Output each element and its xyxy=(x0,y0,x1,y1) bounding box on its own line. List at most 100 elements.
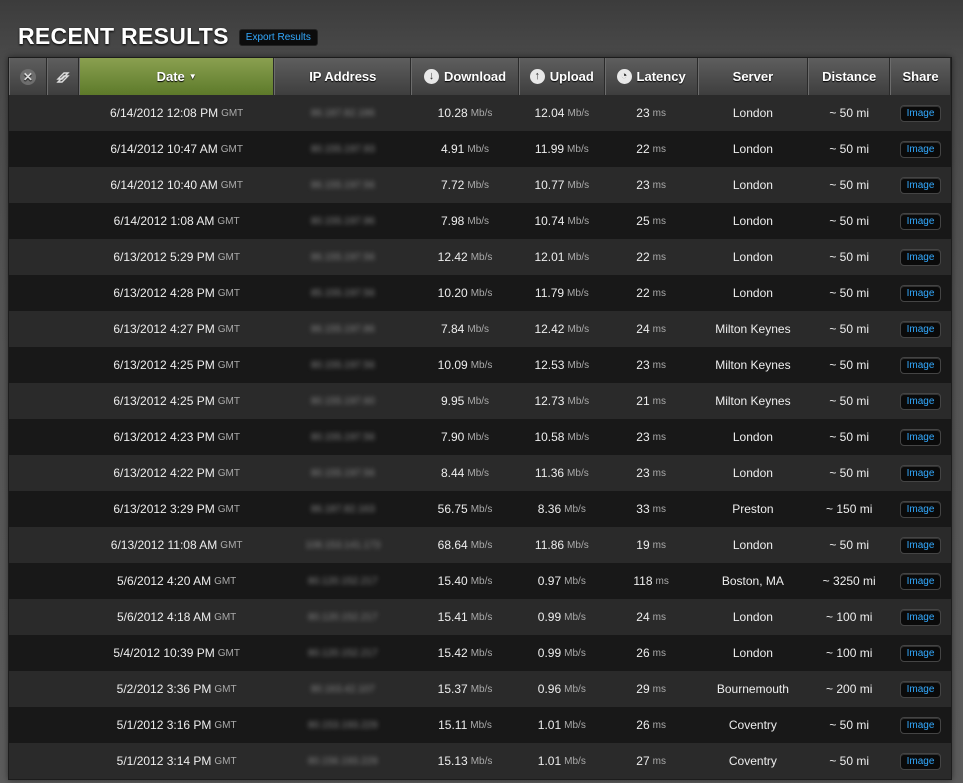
download-column-header[interactable]: ↓ Download xyxy=(411,58,519,95)
download-cell: 15.41 Mb/s xyxy=(411,599,519,635)
server-value: Milton Keynes xyxy=(715,322,791,336)
share-image-button[interactable]: Image xyxy=(899,644,942,662)
latency-unit: ms xyxy=(655,575,669,587)
table-row[interactable]: 6/14/2012 1:08 AM GMT 80.155.197.96 7.98 Mb/… xyxy=(9,203,951,239)
table-row[interactable]: 6/13/2012 4:25 PM GMT 80.155.197.60 9.95 Mb/… xyxy=(9,383,951,419)
share-image-button[interactable]: Image xyxy=(899,212,942,230)
share-image-button[interactable]: Image xyxy=(899,500,942,518)
table-row[interactable]: 5/1/2012 3:16 PM GMT 80.153.193.229 15.11 Mb… xyxy=(9,707,951,743)
share-image-button[interactable]: Image xyxy=(899,176,942,194)
table-row[interactable]: 5/6/2012 4:18 AM GMT 80.120.152.217 15.41 Mb… xyxy=(9,599,951,635)
share-image-button[interactable]: Image xyxy=(899,716,942,734)
compare-cell xyxy=(47,491,79,527)
share-image-button[interactable]: Image xyxy=(899,140,942,158)
table-row[interactable]: 6/13/2012 11:08 AM GMT 108.153.141.173 68.6… xyxy=(9,527,951,563)
share-image-button[interactable]: Image xyxy=(899,284,942,302)
distance-column-header[interactable]: Distance xyxy=(808,58,891,95)
table-row[interactable]: 5/4/2012 10:39 PM GMT 80.120.152.217 15.42 M… xyxy=(9,635,951,671)
export-results-button[interactable]: Export Results xyxy=(238,29,318,46)
clear-cell xyxy=(9,275,47,311)
close-icon[interactable]: ✕ xyxy=(19,68,36,85)
download-cell: 7.72 Mb/s xyxy=(411,167,519,203)
share-image-button[interactable]: Image xyxy=(899,536,942,554)
ip-column-header[interactable]: IP Address xyxy=(274,58,412,95)
date-cell: 5/6/2012 4:18 AM GMT xyxy=(79,599,275,635)
latency-column-header[interactable]: ◔ Latency xyxy=(604,58,698,95)
share-cell: Image xyxy=(890,455,951,491)
table-row[interactable]: 6/13/2012 4:22 PM GMT 80.155.197.56 8.44 Mb/… xyxy=(9,455,951,491)
server-cell: London xyxy=(698,635,809,671)
server-value: Boston, MA xyxy=(721,574,784,588)
upload-cell: 12.53 Mb/s xyxy=(519,347,605,383)
share-image-button[interactable]: Image xyxy=(899,752,942,770)
share-image-button[interactable]: Image xyxy=(899,320,942,338)
share-image-button[interactable]: Image xyxy=(899,680,942,698)
upload-unit: Mb/s xyxy=(567,179,590,191)
date-unit: GMT xyxy=(217,287,240,299)
date-column-header[interactable]: Date ▼ xyxy=(78,58,275,95)
share-image-button[interactable]: Image xyxy=(899,356,942,374)
download-unit: Mb/s xyxy=(467,395,490,407)
latency-cell: 23 ms xyxy=(605,347,698,383)
table-row[interactable]: 6/13/2012 4:25 PM GMT 80.155.197.56 10.09 Mb… xyxy=(9,347,951,383)
server-value: London xyxy=(732,610,773,624)
latency-unit: ms xyxy=(652,143,666,155)
clear-cell xyxy=(9,491,47,527)
share-image-button[interactable]: Image xyxy=(899,392,942,410)
compare-column-header[interactable] xyxy=(46,58,79,95)
ip-cell: 86.187.82.163 xyxy=(274,491,411,527)
table-row[interactable]: 6/13/2012 5:29 PM GMT 86.155.197.56 12.42 Mb… xyxy=(9,239,951,275)
share-image-button[interactable]: Image xyxy=(899,248,942,266)
date-unit: GMT xyxy=(217,503,240,515)
date-value: 5/2/2012 3:36 PM xyxy=(116,682,212,696)
download-cell: 10.28 Mb/s xyxy=(411,95,519,131)
server-column-header[interactable]: Server xyxy=(697,58,809,95)
table-row[interactable]: 6/13/2012 3:29 PM GMT 86.187.82.163 56.75 Mb… xyxy=(9,491,951,527)
upload-value: 11.79 xyxy=(534,286,565,300)
share-image-button[interactable]: Image xyxy=(899,464,942,482)
compare-cell xyxy=(47,383,79,419)
upload-unit: Mb/s xyxy=(567,431,590,443)
clear-column-header[interactable]: ✕ xyxy=(9,58,47,95)
download-cell: 15.42 Mb/s xyxy=(411,635,519,671)
ip-cell: 80.155.197.93 xyxy=(274,131,411,167)
share-cell: Image xyxy=(890,275,951,311)
latency-cell: 22 ms xyxy=(605,131,698,167)
download-value: 8.44 xyxy=(441,466,465,480)
table-row[interactable]: 6/14/2012 10:40 AM GMT 86.155.197.56 7.72 Mb… xyxy=(9,167,951,203)
latency-value: 118 xyxy=(633,574,653,588)
compare-icon[interactable] xyxy=(55,69,71,85)
table-row[interactable]: 6/14/2012 10:47 AM GMT 80.155.197.93 4.91 Mb… xyxy=(9,131,951,167)
download-unit: Mb/s xyxy=(467,467,490,479)
table-row[interactable]: 6/13/2012 4:23 PM GMT 80.155.197.56 7.90 Mb/… xyxy=(9,419,951,455)
table-row[interactable]: 6/13/2012 4:27 PM GMT 86.155.197.86 7.84 Mb/… xyxy=(9,311,951,347)
server-cell: Bournemouth xyxy=(698,671,809,707)
table-row[interactable]: 5/1/2012 3:14 PM GMT 80.156.193.229 15.13 Mb… xyxy=(9,743,951,779)
share-image-button[interactable]: Image xyxy=(899,608,942,626)
date-cell: 6/13/2012 4:28 PM GMT xyxy=(79,275,275,311)
upload-cell: 0.97 Mb/s xyxy=(519,563,605,599)
latency-cell: 33 ms xyxy=(605,491,698,527)
date-unit: GMT xyxy=(217,323,240,335)
share-image-button[interactable]: Image xyxy=(899,572,942,590)
download-unit: Mb/s xyxy=(467,431,490,443)
table-row[interactable]: 5/2/2012 3:36 PM GMT 80.163.42.107 15.37 Mb/… xyxy=(9,671,951,707)
table-row[interactable]: 5/6/2012 4:20 AM GMT 80.120.152.217 15.40 Mb… xyxy=(9,563,951,599)
upload-column-header[interactable]: ↑ Upload xyxy=(518,58,605,95)
table-row[interactable]: 6/13/2012 4:28 PM GMT 85.155.197.56 10.20 Mb… xyxy=(9,275,951,311)
download-unit: Mb/s xyxy=(470,755,493,767)
clear-cell xyxy=(9,599,47,635)
share-image-button[interactable]: Image xyxy=(899,428,942,446)
compare-cell xyxy=(47,311,79,347)
table-row[interactable]: 6/14/2012 12:08 PM GMT 86.187.82.186 10.28 M… xyxy=(9,95,951,131)
share-image-button[interactable]: Image xyxy=(899,104,942,122)
compare-cell xyxy=(47,743,79,779)
clear-cell xyxy=(9,383,47,419)
download-value: 15.40 xyxy=(437,574,468,588)
server-value: Milton Keynes xyxy=(715,394,791,408)
server-cell: London xyxy=(698,527,809,563)
latency-unit: ms xyxy=(652,107,666,119)
distance-value: ~ 200 mi xyxy=(826,682,873,696)
download-cell: 8.44 Mb/s xyxy=(411,455,519,491)
latency-cell: 22 ms xyxy=(605,239,698,275)
